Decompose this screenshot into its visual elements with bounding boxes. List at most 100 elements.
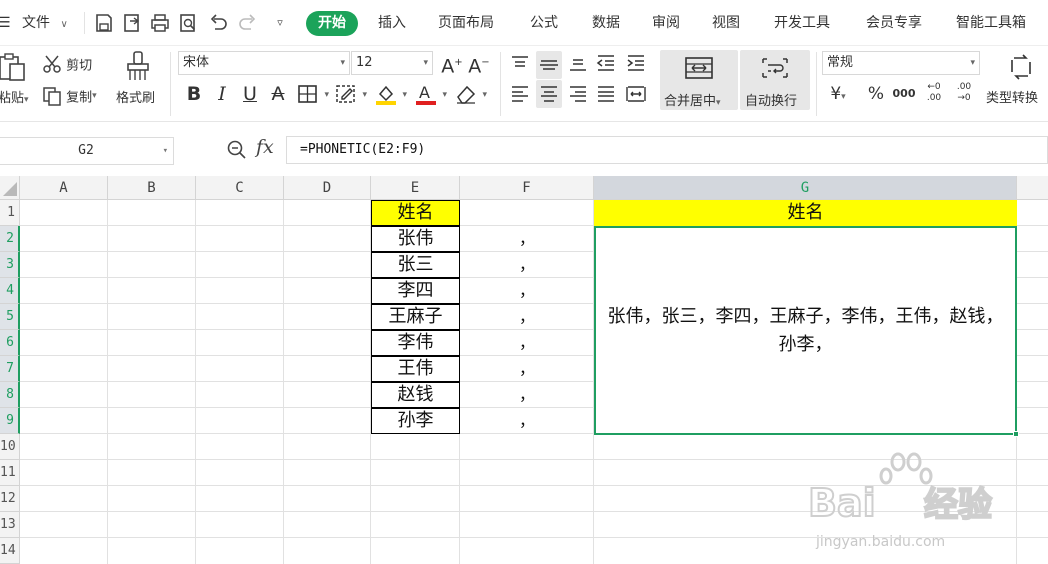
undo-icon[interactable] <box>208 12 228 34</box>
cell-g2-selected[interactable]: 张伟，张三，李四，王麻子，李伟，王伟，赵钱，孙李， <box>594 226 1019 437</box>
row-header-1[interactable]: 1 <box>0 200 20 226</box>
column-header-d[interactable]: D <box>284 176 371 200</box>
cell-e3[interactable]: 张三 <box>371 252 460 278</box>
tab-review[interactable]: 审阅 <box>652 0 680 46</box>
row-header-8[interactable]: 8 <box>0 382 20 408</box>
row-header-5[interactable]: 5 <box>0 304 20 330</box>
cell-f2[interactable]: ， <box>460 226 594 252</box>
cell-e6[interactable]: 李伟 <box>371 330 460 356</box>
font-color-icon[interactable]: A <box>414 82 447 107</box>
cell-e5[interactable]: 王麻子 <box>371 304 460 330</box>
strikethrough-icon[interactable]: A <box>266 82 290 106</box>
column-header-g[interactable]: G <box>594 176 1017 200</box>
tab-member[interactable]: 会员专享 <box>866 0 922 46</box>
print-icon[interactable] <box>150 12 170 34</box>
type-convert-icon[interactable] <box>1008 54 1034 80</box>
cell-g1[interactable]: 姓名 <box>594 200 1017 226</box>
row-header-9[interactable]: 9 <box>0 408 20 434</box>
paste-icon[interactable] <box>0 52 26 82</box>
copy-button[interactable]: 复制▾ <box>42 86 97 106</box>
select-all-corner[interactable] <box>0 176 20 200</box>
justify-icon[interactable] <box>594 82 618 106</box>
tab-home[interactable]: 开始 <box>306 11 358 36</box>
column-header-e[interactable]: E <box>371 176 460 200</box>
format-painter-button[interactable]: 格式刷 <box>116 87 155 106</box>
column-header-c[interactable]: C <box>196 176 284 200</box>
row-header-14[interactable]: 14 <box>0 538 20 564</box>
increase-font-icon[interactable]: A+ <box>440 51 464 77</box>
row-header-10[interactable]: 10 <box>0 434 20 460</box>
merge-center-button[interactable]: 合并居中▾ <box>660 50 738 110</box>
distributed-align-icon[interactable] <box>624 82 648 106</box>
percent-icon[interactable]: % <box>864 82 888 106</box>
align-bottom-icon[interactable] <box>566 51 590 75</box>
cell-f4[interactable]: ， <box>460 278 594 304</box>
font-name-select[interactable]: 宋体 ▾ <box>178 51 350 75</box>
tab-page-layout[interactable]: 页面布局 <box>438 0 494 46</box>
eraser-icon[interactable] <box>454 82 487 107</box>
redo-icon[interactable] <box>238 12 258 34</box>
cell-e2[interactable]: 张伟 <box>371 226 460 252</box>
insert-function-button[interactable]: fx <box>256 136 274 158</box>
align-left-icon[interactable] <box>508 82 532 106</box>
align-right-icon[interactable] <box>566 82 590 106</box>
zoom-icon[interactable] <box>226 139 248 165</box>
row-header-12[interactable]: 12 <box>0 486 20 512</box>
underline-icon[interactable]: U <box>238 82 262 106</box>
cell-e7[interactable]: 王伟 <box>371 356 460 382</box>
file-menu[interactable]: 文件 ∨ <box>22 0 68 46</box>
decrease-decimal-icon[interactable]: .00 →0 <box>952 82 976 106</box>
row-header-3[interactable]: 3 <box>0 252 20 278</box>
increase-decimal-icon[interactable]: ←0.00 <box>922 82 946 106</box>
paste-button[interactable]: 粘贴▾ <box>0 87 29 106</box>
column-header-f[interactable]: F <box>460 176 594 200</box>
cell-f8[interactable]: ， <box>460 382 594 408</box>
export-pdf-icon[interactable] <box>122 12 142 34</box>
align-center-icon[interactable] <box>536 80 562 108</box>
cut-button[interactable]: 剪切 <box>42 54 92 74</box>
cell-f9[interactable]: ， <box>460 408 594 434</box>
italic-icon[interactable]: I <box>210 82 234 106</box>
row-header-4[interactable]: 4 <box>0 278 20 304</box>
wrap-text-button[interactable]: 自动换行 <box>740 50 810 110</box>
cell-f3[interactable]: ， <box>460 252 594 278</box>
number-format-select[interactable]: 常规 ▾ <box>822 51 980 75</box>
borders-icon[interactable] <box>296 82 329 107</box>
cell-e8[interactable]: 赵钱 <box>371 382 460 408</box>
formula-input[interactable]: =PHONETIC(E2:F9) <box>286 136 1048 164</box>
tab-data[interactable]: 数据 <box>592 0 620 46</box>
tab-formulas[interactable]: 公式 <box>530 0 558 46</box>
currency-icon[interactable]: ¥▾ <box>826 82 850 106</box>
fill-color-icon[interactable] <box>374 82 407 107</box>
cell-f5[interactable]: ， <box>460 304 594 330</box>
font-size-select[interactable]: 12 ▾ <box>351 51 433 75</box>
tab-insert[interactable]: 插入 <box>378 0 406 46</box>
cell-f6[interactable]: ， <box>460 330 594 356</box>
align-top-icon[interactable] <box>508 51 532 75</box>
format-painter-icon[interactable] <box>124 50 152 82</box>
column-header-h[interactable] <box>1017 176 1048 200</box>
column-header-b[interactable]: B <box>108 176 196 200</box>
cell-e9[interactable]: 孙李 <box>371 408 460 434</box>
row-header-6[interactable]: 6 <box>0 330 20 356</box>
cell-style-icon[interactable] <box>334 82 367 107</box>
row-header-2[interactable]: 2 <box>0 226 20 252</box>
decrease-font-icon[interactable]: A− <box>467 51 491 77</box>
row-header-11[interactable]: 11 <box>0 460 20 486</box>
tab-smart-toolbox[interactable]: 智能工具箱 <box>956 0 1026 46</box>
menu-icon[interactable]: ☰ <box>0 0 11 46</box>
customize-toolbar-icon[interactable]: ▿ <box>270 12 290 34</box>
save-icon[interactable] <box>94 12 114 34</box>
decrease-indent-icon[interactable] <box>594 51 618 75</box>
cell-f7[interactable]: ， <box>460 356 594 382</box>
cell-e1[interactable]: 姓名 <box>371 200 460 226</box>
bold-icon[interactable]: B <box>182 82 206 106</box>
align-middle-icon[interactable] <box>536 51 562 79</box>
row-header-7[interactable]: 7 <box>0 356 20 382</box>
print-preview-icon[interactable] <box>178 12 198 34</box>
thousands-separator-icon[interactable]: 000 <box>892 82 916 106</box>
name-box[interactable]: G2 ▾ <box>0 137 174 165</box>
increase-indent-icon[interactable] <box>624 51 648 75</box>
type-convert-button[interactable]: 类型转换 <box>986 87 1038 106</box>
fill-handle[interactable] <box>1013 431 1019 437</box>
